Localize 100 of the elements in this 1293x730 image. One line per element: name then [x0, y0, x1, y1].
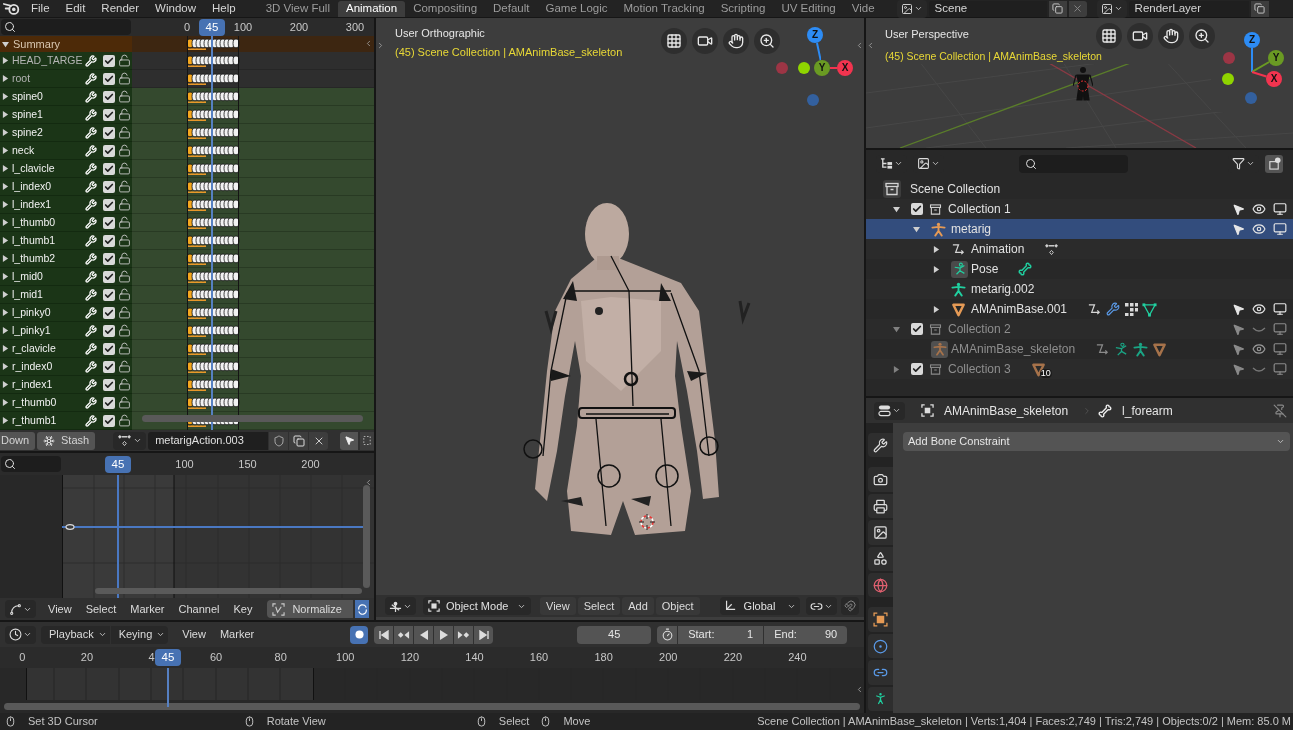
next-keyframe-button[interactable]: [454, 625, 474, 644]
checkbox[interactable]: [103, 288, 115, 301]
channel-header[interactable]: l_thumb1: [0, 232, 132, 250]
wrench-icon[interactable]: [85, 342, 97, 355]
checkbox[interactable]: [103, 90, 115, 103]
channel-header[interactable]: l_thumb0: [0, 214, 132, 232]
eye-icon[interactable]: [1252, 222, 1266, 236]
disclosure-triangle-icon[interactable]: [2, 111, 9, 118]
menu-item[interactable]: Object: [655, 597, 700, 615]
checkbox[interactable]: [911, 203, 923, 215]
menu-item[interactable]: View: [48, 603, 72, 615]
unlocked-lock-icon[interactable]: [118, 180, 131, 193]
horizontal-scrollbar[interactable]: [4, 703, 860, 710]
properties-tab[interactable]: [868, 607, 893, 632]
channel-header[interactable]: r_thumb0: [0, 394, 132, 412]
disclosure-triangle-icon[interactable]: [2, 327, 9, 334]
channel-header[interactable]: l_index1: [0, 196, 132, 214]
normalize-toggle[interactable]: Normalize: [267, 600, 354, 618]
camera-view-button[interactable]: [1127, 23, 1153, 49]
disclosure-triangle-icon[interactable]: [2, 201, 9, 208]
eye-icon[interactable]: [1252, 342, 1266, 356]
disclosure-triangle-icon[interactable]: [2, 183, 9, 190]
menu-item[interactable]: Render: [101, 2, 140, 15]
axis-button[interactable]: X: [837, 60, 853, 76]
disclosure-triangle-icon[interactable]: [2, 40, 9, 48]
workspace-tab[interactable]: Game Logic: [537, 1, 616, 17]
vertical-scrollbar[interactable]: [363, 485, 370, 588]
disclosure-triangle-icon[interactable]: [2, 399, 9, 406]
wrench-icon[interactable]: [85, 180, 97, 193]
channel-header[interactable]: root: [0, 70, 132, 88]
properties-tab[interactable]: [868, 686, 893, 712]
unlocked-lock-icon[interactable]: [118, 324, 131, 337]
menu-item[interactable]: Edit: [65, 2, 86, 15]
properties-tab[interactable]: [868, 546, 893, 572]
editor-type-dropdown[interactable]: [5, 625, 36, 644]
unlocked-lock-icon[interactable]: [118, 162, 131, 175]
workspace-tab[interactable]: Motion Tracking: [615, 1, 713, 17]
wrench-icon[interactable]: [85, 396, 97, 409]
unlocked-lock-icon[interactable]: [118, 378, 131, 391]
menu-dropdown[interactable]: Keying: [110, 625, 169, 644]
workspace-tab[interactable]: Animation: [338, 1, 406, 17]
wrench-icon[interactable]: [85, 126, 97, 139]
channel-header[interactable]: l_thumb2: [0, 250, 132, 268]
unlocked-lock-icon[interactable]: [118, 288, 131, 301]
disclosure-triangle-icon[interactable]: [2, 75, 9, 82]
checkbox[interactable]: [103, 108, 115, 121]
unlocked-lock-icon[interactable]: [118, 306, 131, 319]
keyframe-icon[interactable]: [65, 524, 75, 530]
disclosure-triangle-icon[interactable]: [933, 265, 940, 273]
menu-item[interactable]: Channel: [178, 603, 220, 615]
add-bone-constraint-dropdown[interactable]: Add Bone Constraint: [903, 432, 1290, 451]
properties-tab[interactable]: [868, 633, 893, 659]
scene-dropdown[interactable]: [896, 0, 927, 18]
disclosure-triangle-icon[interactable]: [2, 237, 9, 244]
pivot-dropdown[interactable]: [385, 597, 416, 615]
chevron-icon[interactable]: [855, 684, 864, 695]
wrench-icon[interactable]: [85, 144, 97, 157]
wrench-icon[interactable]: [85, 162, 97, 175]
menu-item[interactable]: Window: [155, 2, 196, 15]
wrench-icon[interactable]: [85, 324, 97, 337]
disclosure-triangle-icon[interactable]: [2, 165, 9, 172]
menu-item[interactable]: View: [182, 629, 206, 640]
disclosure-triangle-icon[interactable]: [893, 205, 900, 213]
checkbox[interactable]: [103, 126, 115, 139]
view-layer-field[interactable]: RenderLayer: [1128, 0, 1249, 17]
jump-to-end-button[interactable]: [474, 625, 494, 644]
app-logo-icon[interactable]: [3, 1, 21, 16]
wrench-icon[interactable]: [85, 306, 97, 319]
checkbox[interactable]: [103, 324, 115, 337]
checkbox[interactable]: [103, 54, 115, 67]
workspace-tab[interactable]: 3D View Full: [257, 1, 338, 17]
play-button[interactable]: [434, 625, 454, 644]
unlocked-lock-icon[interactable]: [118, 414, 131, 427]
unlocked-lock-icon[interactable]: [118, 72, 131, 85]
search-field[interactable]: [1, 456, 61, 472]
current-frame-indicator[interactable]: 45: [155, 649, 181, 666]
disclosure-triangle-icon[interactable]: [933, 305, 940, 313]
menu-item[interactable]: Help: [212, 2, 236, 15]
copy-button[interactable]: [1048, 0, 1067, 17]
axis-button[interactable]: Y: [1268, 50, 1284, 66]
checkbox[interactable]: [103, 216, 115, 229]
monitor-icon[interactable]: [1273, 222, 1287, 236]
properties-tab[interactable]: [868, 467, 893, 492]
auto-normalize-toggle[interactable]: [355, 600, 370, 618]
disclosure-triangle-icon[interactable]: [2, 417, 9, 424]
properties-tab[interactable]: [868, 660, 893, 685]
workspace-tab[interactable]: Scripting: [712, 1, 774, 17]
unlocked-lock-icon[interactable]: [118, 270, 131, 283]
search-field[interactable]: [1, 19, 131, 35]
pointer-icon[interactable]: [1232, 302, 1245, 316]
channel-header[interactable]: r_index1: [0, 376, 132, 394]
jump-to-start-button[interactable]: [374, 625, 394, 644]
unlocked-lock-icon[interactable]: [118, 342, 131, 355]
wrench-icon[interactable]: [85, 234, 97, 247]
navigation-gizmo[interactable]: Z Y X: [1222, 32, 1284, 104]
disclosure-triangle-icon[interactable]: [2, 57, 9, 64]
checkbox[interactable]: [911, 323, 923, 335]
play-reverse-button[interactable]: [414, 625, 434, 644]
duplicate-button[interactable]: [289, 431, 309, 450]
push-down-button[interactable]: Down: [0, 431, 35, 450]
